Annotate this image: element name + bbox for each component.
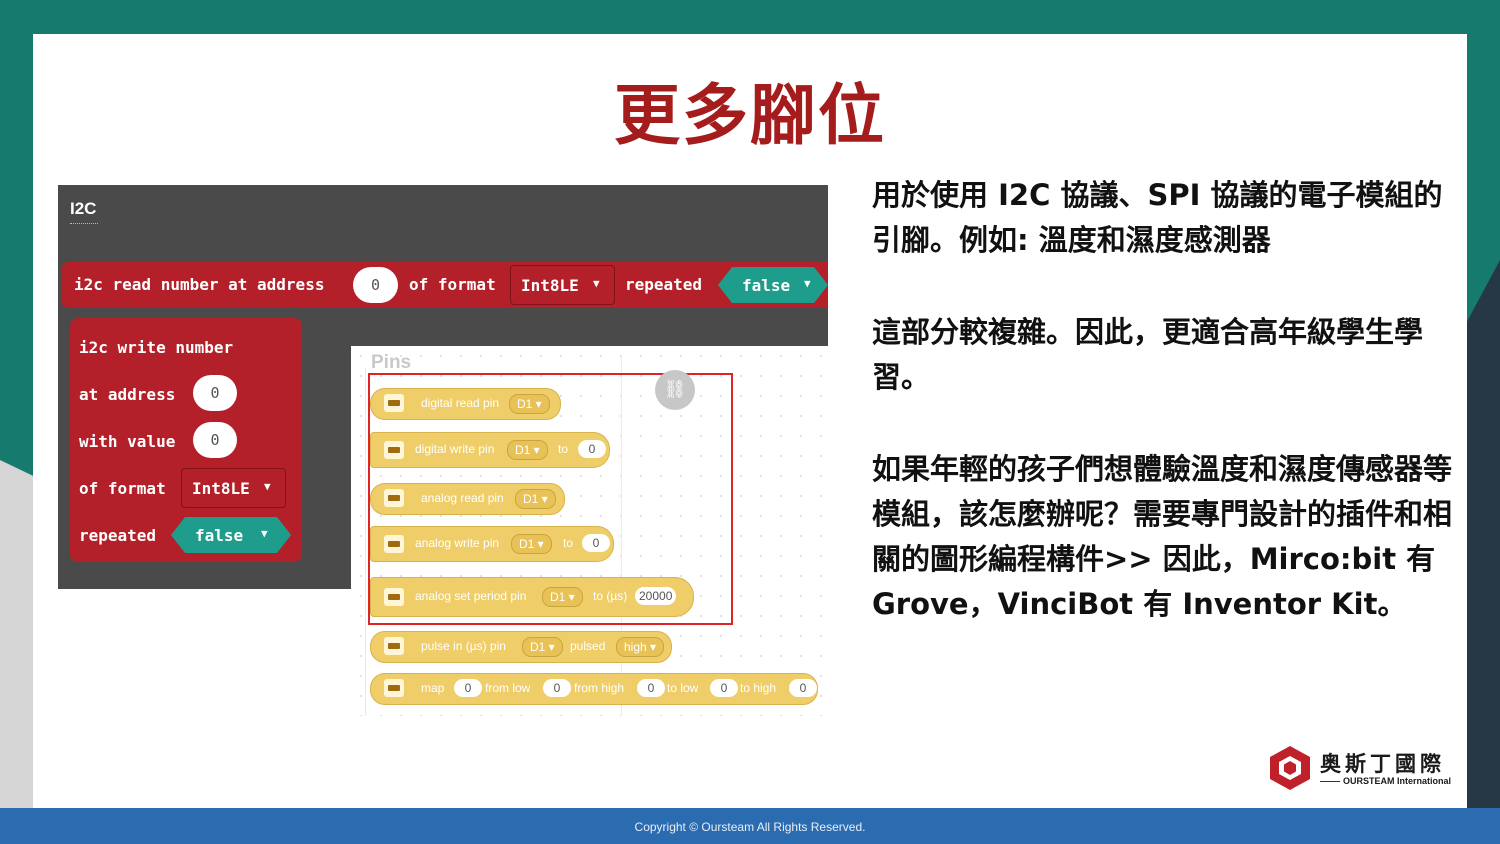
oursteam-logo-icon xyxy=(1270,746,1310,790)
pins-category-title: Pins xyxy=(371,352,412,373)
chevron-down-icon: ▼ xyxy=(264,480,271,493)
footer-bar: Copyright © Oursteam All Rights Reserved… xyxy=(0,808,1500,844)
i2c-header: I2C xyxy=(70,199,97,218)
highlight-box xyxy=(368,373,733,625)
map-label: map xyxy=(421,681,445,695)
read-format-dropdown[interactable]: Int8LE ▼ xyxy=(510,265,615,305)
i2c-read-block[interactable]: i2c read number at address 0 of format I… xyxy=(61,262,828,308)
chevron-down-icon: ▼ xyxy=(804,277,811,290)
to-high-input[interactable]: 0 xyxy=(789,679,817,697)
pin-value: D1 xyxy=(530,640,546,654)
write-of-format-label: of format xyxy=(79,479,166,498)
from-low-input[interactable]: 0 xyxy=(543,679,571,697)
chevron-down-icon: ▼ xyxy=(593,277,600,290)
write-format-value: Int8LE xyxy=(192,479,250,498)
map-block[interactable]: map 0 from low 0 from high 0 to low 0 to… xyxy=(370,673,818,705)
pulse-in-pin-block[interactable]: pulse in (µs) pin D1 ▾ pulsed high ▾ xyxy=(370,631,672,663)
to-low-label: to low xyxy=(667,681,699,695)
level-dropdown[interactable]: high ▾ xyxy=(616,637,665,657)
read-block-prefix: i2c read number at address xyxy=(74,275,325,294)
write-format-dropdown[interactable]: Int8LE ▼ xyxy=(181,468,286,508)
pulsed-label: pulsed xyxy=(570,639,606,653)
write-repeated-label: repeated xyxy=(79,526,157,545)
read-repeated-dropdown[interactable]: false ▼ xyxy=(718,267,828,303)
pin-dropdown[interactable]: D1 ▾ xyxy=(522,637,563,657)
write-address-input[interactable]: 0 xyxy=(193,375,237,411)
to-low-input[interactable]: 0 xyxy=(710,679,738,697)
read-format-value: Int8LE xyxy=(521,276,579,295)
read-of-format-label: of format xyxy=(409,275,496,294)
pin-block-icon xyxy=(384,637,404,655)
block-label: pulse in (µs) pin xyxy=(421,639,506,653)
map-value-input[interactable]: 0 xyxy=(454,679,482,697)
write-with-value-label: with value xyxy=(79,432,176,451)
copyright-text: Copyright © Oursteam All Rights Reserved… xyxy=(634,820,866,834)
slide-title: 更多腳位 xyxy=(614,76,886,154)
write-repeated-dropdown[interactable]: false ▼ xyxy=(171,517,291,553)
write-repeated-value: false xyxy=(195,526,244,545)
level-value: high xyxy=(624,640,647,654)
write-value-input[interactable]: 0 xyxy=(193,422,237,458)
paragraph-3: 如果年輕的孩子們想體驗溫度和濕度傳感器等模組，該怎麼辦呢？需要專門設計的插件和相… xyxy=(872,452,1453,621)
pins-gutter-line xyxy=(365,368,366,716)
i2c-header-underline xyxy=(70,223,98,224)
write-at-address-label: at address xyxy=(79,385,176,404)
to-high-label: to high xyxy=(740,681,777,695)
read-repeated-label: repeated xyxy=(625,275,703,294)
chevron-down-icon: ▼ xyxy=(261,527,268,540)
unlink-icon[interactable]: ⛓ xyxy=(655,370,695,410)
read-repeated-value: false xyxy=(742,276,791,295)
read-address-input[interactable]: 0 xyxy=(353,267,398,303)
logo-divider xyxy=(1320,781,1340,782)
i2c-write-block[interactable]: i2c write number at address 0 with value… xyxy=(70,318,302,562)
logo-english-name: OURSTEAM International xyxy=(1343,776,1452,786)
from-low-label: from low xyxy=(485,681,531,695)
from-high-label: from high xyxy=(574,681,625,695)
pin-block-icon xyxy=(384,679,404,697)
write-block-title: i2c write number xyxy=(79,338,234,357)
logo-chinese-name: 奥斯丁國際 xyxy=(1320,752,1445,776)
paragraph-2: 這部分較複雜。因此，更適合高年級學生學習。 xyxy=(872,315,1424,394)
from-high-input[interactable]: 0 xyxy=(637,679,665,697)
paragraph-1: 用於使用 I2C 協議、SPI 協議的電子模組的引腳。例如: 溫度和濕度感測器 xyxy=(872,178,1443,257)
